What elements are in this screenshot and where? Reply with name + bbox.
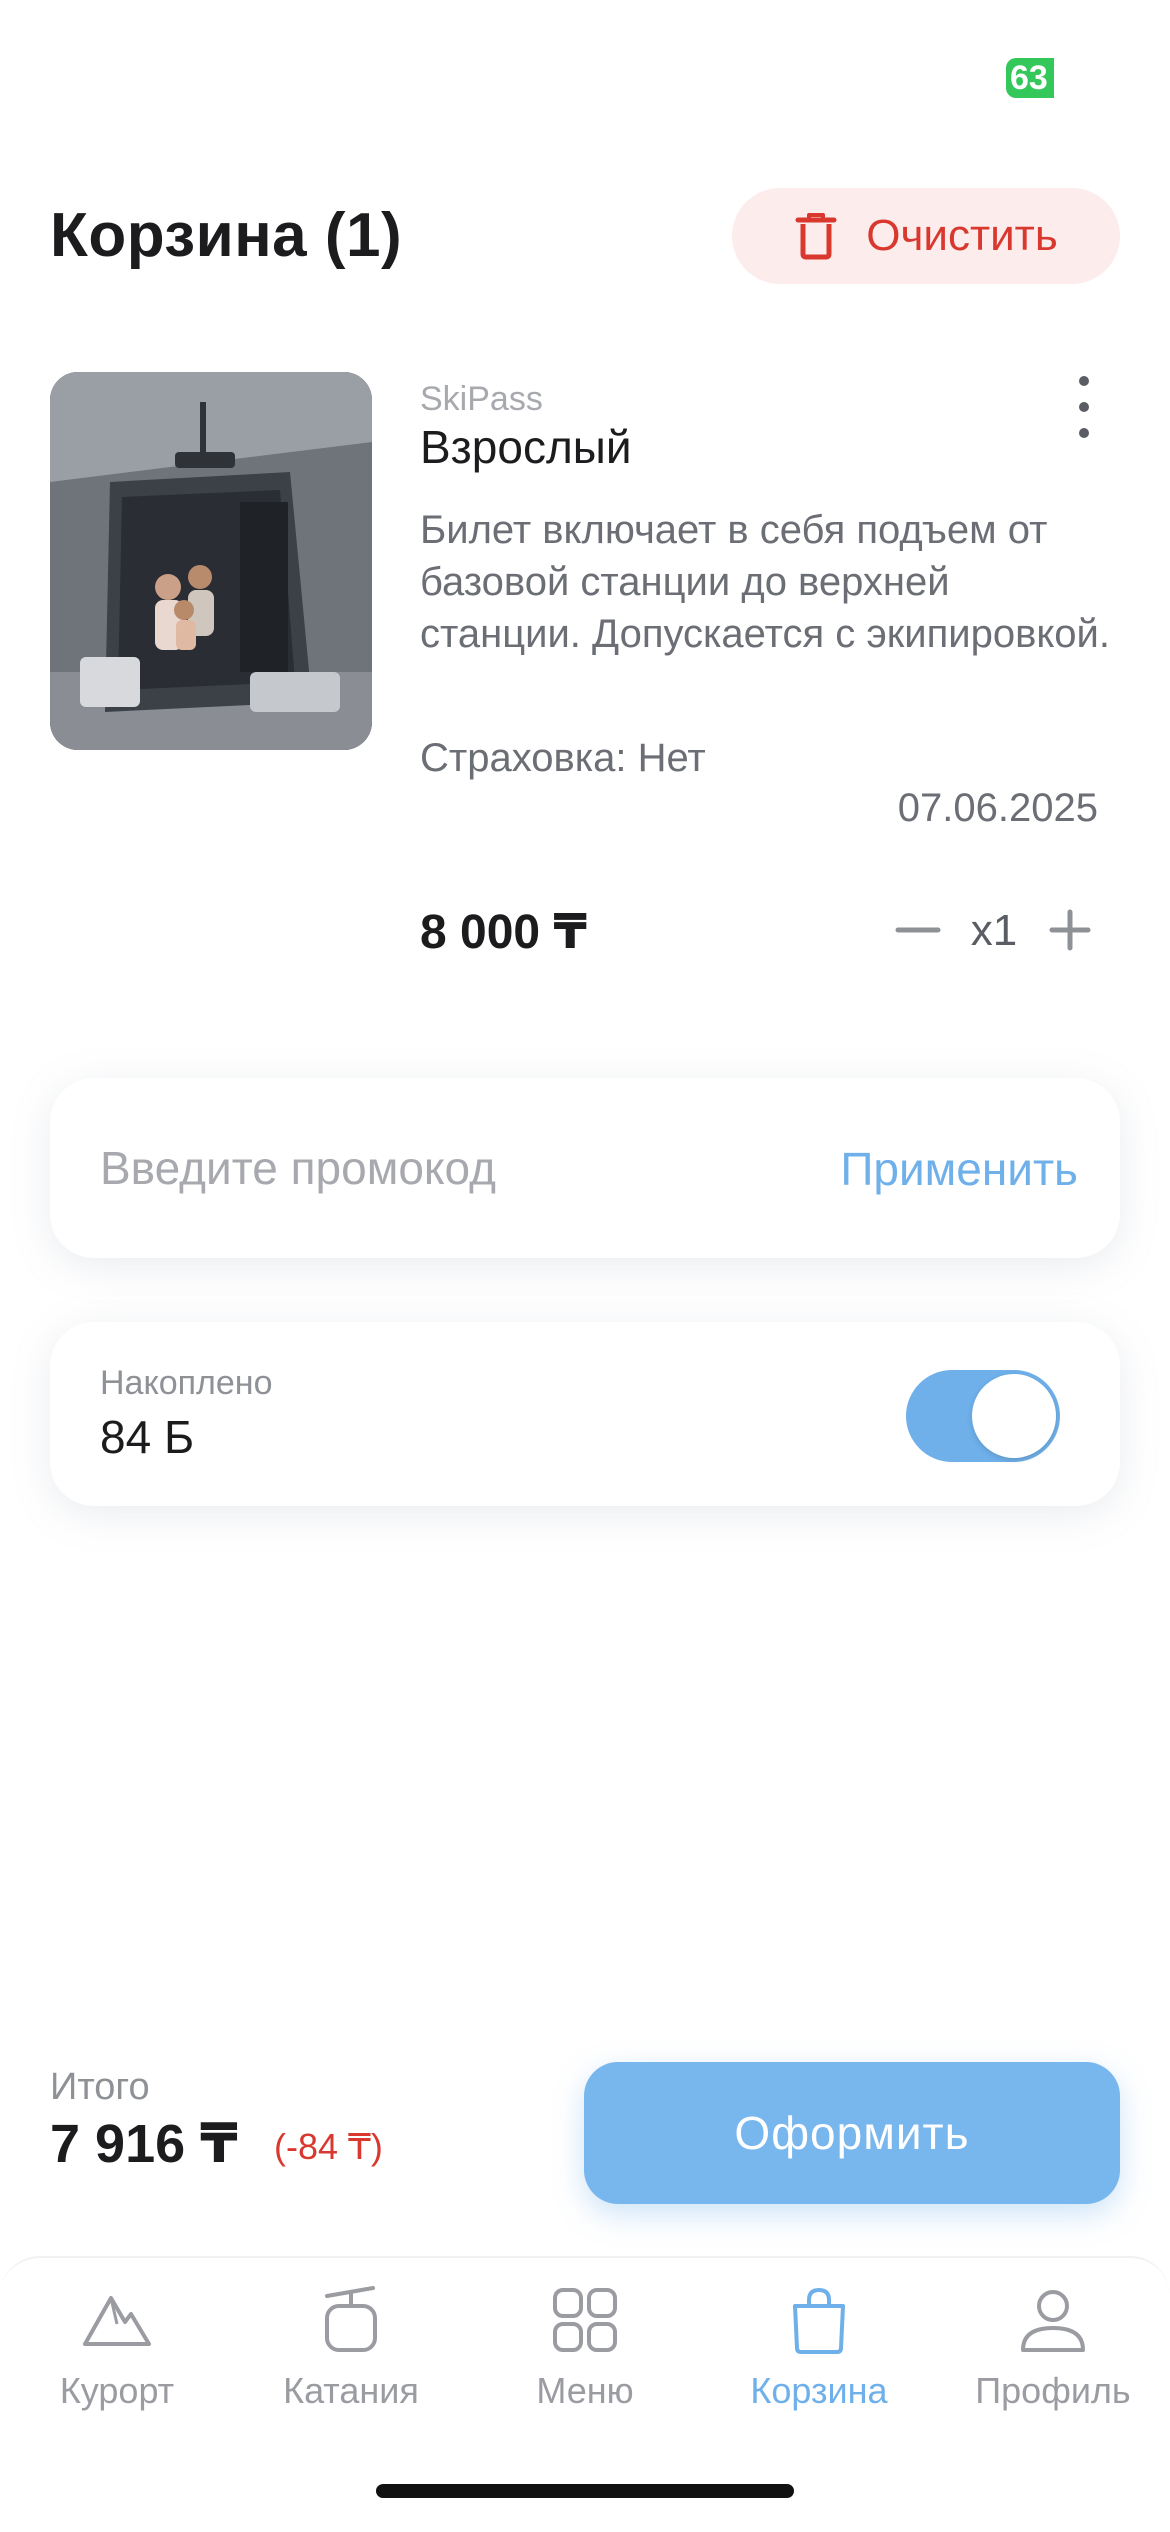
item-description: Билет включает в себя подъем от базовой … [420,508,1110,656]
checkout-label: Оформить [734,2107,970,2159]
tab-rides[interactable]: Катания [234,2282,468,2422]
promo-code-card: Применить [50,1078,1120,1258]
page-title: Корзина (1) [50,201,403,270]
tab-label: Курорт [59,2370,175,2411]
tab-profile[interactable]: Профиль [936,2282,1170,2422]
minus-icon [895,927,941,933]
mountain-icon [83,2296,151,2346]
quantity-value: x1 [970,906,1018,955]
increase-quantity-button[interactable] [1036,896,1104,964]
tab-label: Катания [283,2370,419,2411]
bonus-label: Накоплено [100,1364,273,1402]
bonus-value: 84 Б [100,1411,195,1463]
total-value: 7 916 ₸ [50,2114,238,2174]
total-label: Итого [50,2066,150,2108]
clear-cart-label: Очистить [866,211,1058,260]
discount-amount: (-84 ₸) [274,2126,383,2167]
clear-cart-button[interactable]: Очистить [732,188,1120,284]
user-icon [1021,2290,1085,2352]
item-name: Взрослый [420,421,632,473]
plus-icon [1049,909,1091,951]
item-price: 8 000 ₸ [420,906,587,959]
tab-label: Корзина [750,2370,888,2411]
status-bar: 63 [0,0,1170,140]
cable-car-icon [325,2286,377,2352]
tab-menu[interactable]: Меню [468,2282,702,2422]
tab-label: Профиль [975,2370,1131,2411]
more-dot [1079,428,1089,438]
apply-promo-button[interactable]: Применить [840,1142,1078,1196]
decrease-quantity-button[interactable] [884,896,952,964]
product-image [50,372,372,750]
more-options-button[interactable] [1064,372,1104,442]
toggle-knob [972,1374,1056,1458]
bonus-card: Накоплено 84 Б [50,1322,1120,1506]
quantity-stepper: x1 [884,896,1104,964]
shopping-bag-icon [793,2287,845,2354]
item-insurance: Страховка: Нет [420,736,706,780]
more-dot [1079,376,1089,386]
tab-resort[interactable]: Курорт [0,2282,234,2422]
home-indicator [376,2484,794,2498]
grid-icon [553,2288,617,2352]
tab-cart[interactable]: Корзина [702,2282,936,2422]
battery-indicator: 63 [1006,58,1054,98]
tab-label: Меню [536,2370,634,2411]
use-bonus-toggle[interactable] [906,1370,1060,1462]
checkout-button[interactable]: Оформить [584,2062,1120,2204]
promo-code-input[interactable] [100,1136,740,1200]
item-category: SkiPass [420,380,543,418]
cart-header: Корзина (1) Очистить [50,188,1120,288]
trash-icon [795,213,837,260]
cart-item: SkiPass Взрослый Билет включает в себя п… [50,372,1120,1012]
more-dot [1079,402,1089,412]
item-date: 07.06.2025 [897,786,1098,830]
